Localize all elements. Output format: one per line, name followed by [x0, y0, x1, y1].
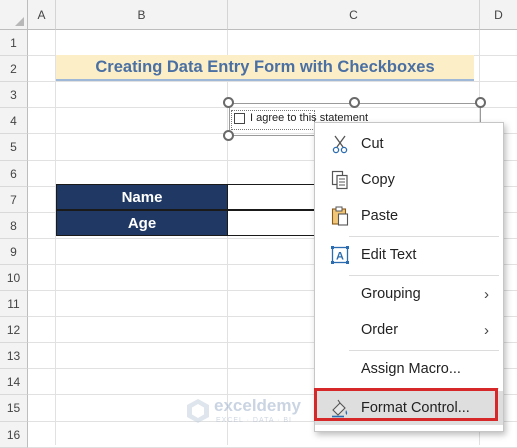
- checkbox-icon[interactable]: [234, 113, 245, 124]
- resize-handle-bottom-left[interactable]: [223, 130, 234, 141]
- row-header[interactable]: 9: [0, 239, 28, 265]
- menu-item-order[interactable]: Order ›: [315, 313, 503, 347]
- scissors-icon: [329, 133, 351, 155]
- menu-item-label: Edit Text: [361, 247, 417, 263]
- row-header[interactable]: 11: [0, 291, 28, 317]
- svg-text:A: A: [336, 251, 344, 263]
- row-header[interactable]: 8: [0, 213, 28, 239]
- row-header[interactable]: 16: [0, 422, 28, 448]
- paste-icon: [329, 205, 351, 227]
- row-header[interactable]: 10: [0, 265, 28, 291]
- chevron-right-icon: ›: [484, 285, 489, 303]
- menu-item-label: Assign Macro...: [361, 361, 461, 377]
- row-header[interactable]: 2: [0, 56, 28, 82]
- grid-line: [28, 81, 517, 82]
- exceldemy-watermark: exceldemy EXCEL · DATA · BI: [186, 396, 326, 430]
- resize-handle-top-middle[interactable]: [349, 97, 360, 108]
- menu-item-label: Grouping: [361, 286, 421, 302]
- menu-item-edit-text[interactable]: A Edit Text: [315, 238, 503, 272]
- table-value-age[interactable]: [228, 210, 318, 236]
- menu-item-copy[interactable]: Copy: [315, 163, 503, 197]
- row-header[interactable]: 1: [0, 30, 28, 56]
- watermark-name: exceldemy: [214, 396, 301, 415]
- row-header[interactable]: 12: [0, 317, 28, 343]
- menu-item-label: Order: [361, 322, 399, 338]
- menu-item-label: Cut: [361, 136, 384, 152]
- column-header-c[interactable]: C: [228, 0, 480, 30]
- row-header[interactable]: 14: [0, 369, 28, 395]
- column-header-d[interactable]: D: [480, 0, 517, 30]
- resize-handle-top-right[interactable]: [475, 97, 486, 108]
- select-all-corner[interactable]: [0, 0, 28, 30]
- menu-item-label: Copy: [361, 172, 395, 188]
- table-label-age[interactable]: Age: [56, 210, 228, 236]
- format-control-highlight-box: [314, 388, 498, 421]
- row-header[interactable]: 15: [0, 395, 28, 422]
- row-header[interactable]: 7: [0, 187, 28, 213]
- resize-handle-top-left[interactable]: [223, 97, 234, 108]
- watermark-tagline: EXCEL · DATA · BI: [216, 417, 292, 424]
- row-header[interactable]: 13: [0, 343, 28, 369]
- menu-item-paste[interactable]: Paste: [315, 199, 503, 233]
- menu-item-assign-macro[interactable]: Assign Macro...: [315, 352, 503, 386]
- sheet-title[interactable]: Creating Data Entry Form with Checkboxes: [56, 55, 474, 81]
- column-header-a[interactable]: A: [28, 0, 56, 30]
- column-header-b[interactable]: B: [56, 0, 228, 30]
- menu-item-label: Paste: [361, 208, 399, 224]
- edit-text-icon: A: [329, 244, 351, 266]
- menu-separator: [349, 350, 499, 351]
- table-label-name[interactable]: Name: [56, 184, 228, 210]
- menu-item-cut[interactable]: Cut: [315, 127, 503, 161]
- exceldemy-logo-icon: [187, 399, 209, 423]
- row-header[interactable]: 3: [0, 82, 28, 108]
- row-header[interactable]: 5: [0, 134, 28, 161]
- table-value-name[interactable]: [228, 184, 318, 210]
- menu-separator: [349, 275, 499, 276]
- context-menu: Cut Copy Paste A Edit Text Grouping › Or…: [314, 122, 504, 432]
- menu-item-grouping[interactable]: Grouping ›: [315, 277, 503, 311]
- row-header[interactable]: 6: [0, 161, 28, 187]
- chevron-right-icon: ›: [484, 321, 489, 339]
- row-header[interactable]: 4: [0, 108, 28, 134]
- menu-separator: [349, 236, 499, 237]
- copy-icon: [329, 169, 351, 191]
